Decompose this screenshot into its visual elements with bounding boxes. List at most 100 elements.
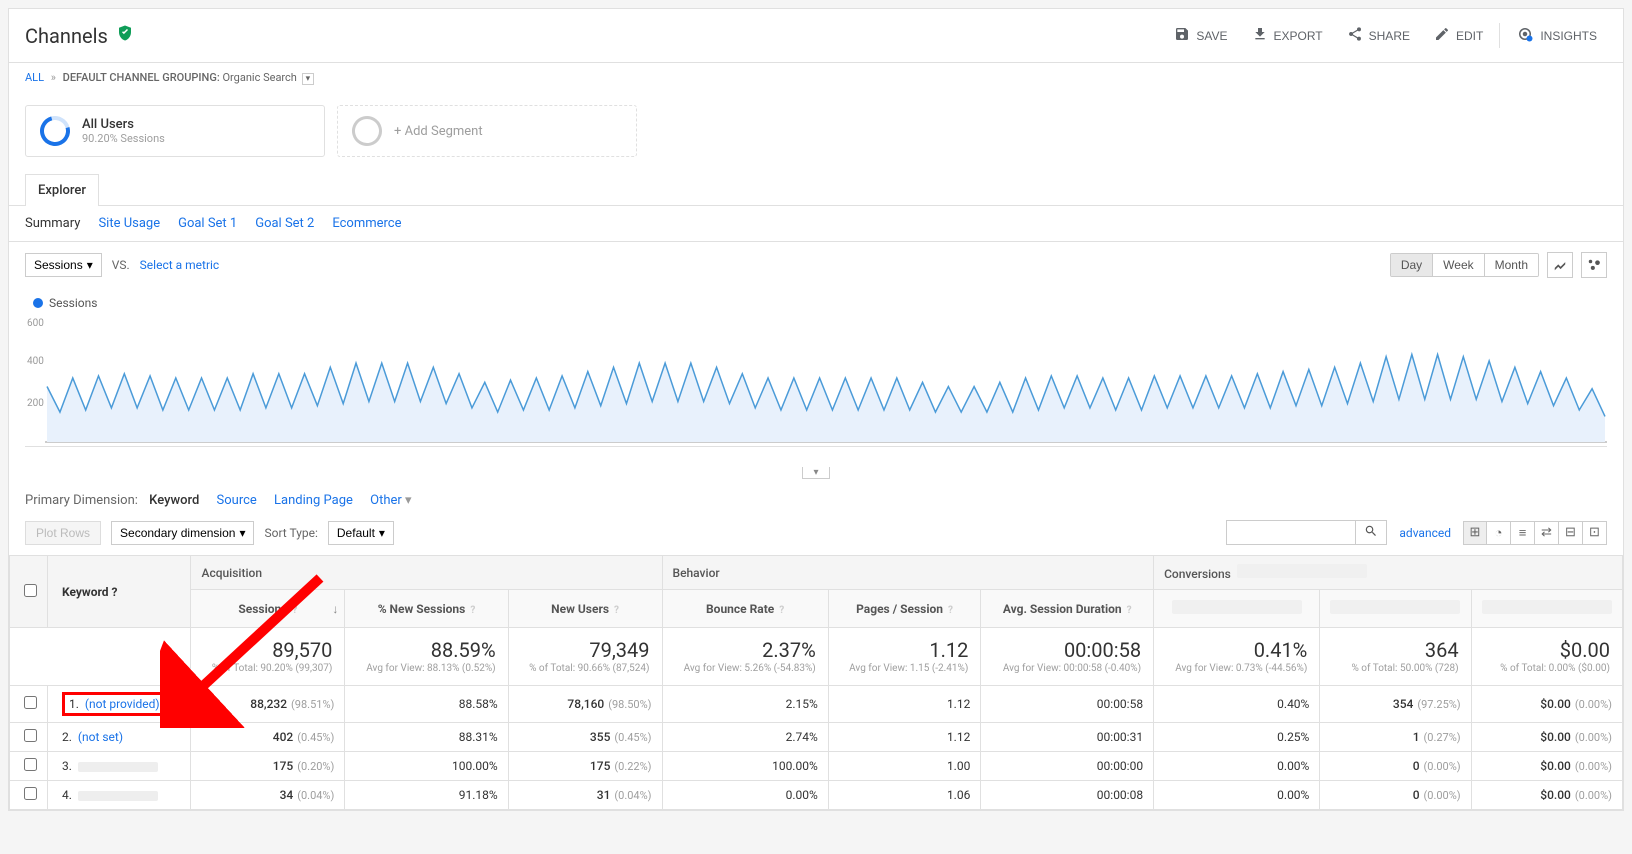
sort-type-value: Default [337, 526, 375, 540]
keyword-table: Keyword ? Acquisition Behavior Conversio… [9, 555, 1623, 810]
svg-text:600: 600 [27, 318, 44, 329]
save-icon [1174, 26, 1190, 45]
sort-type-dropdown[interactable]: Default ▾ [328, 521, 394, 545]
row-checkbox[interactable] [24, 696, 37, 709]
table-search-button[interactable] [1356, 520, 1387, 545]
dim-other[interactable]: Other ▾ [370, 493, 411, 508]
subtab-summary[interactable]: Summary [25, 216, 80, 231]
chevron-down-icon: ▾ [379, 526, 385, 540]
select-metric-link[interactable]: Select a metric [140, 258, 220, 272]
col-pct-new-sessions[interactable]: % New Sessions ? [345, 590, 508, 628]
insights-button[interactable]: INSIGHTS [1506, 19, 1607, 52]
select-all-checkbox[interactable] [24, 584, 37, 597]
dim-landing-page[interactable]: Landing Page [274, 493, 353, 508]
insights-label: INSIGHTS [1540, 29, 1597, 43]
row-checkbox[interactable] [24, 758, 37, 771]
secondary-dimension-dropdown[interactable]: Secondary dimension ▾ [111, 521, 254, 545]
tab-explorer[interactable]: Explorer [25, 174, 99, 206]
period-toggle: Day Week Month [1390, 253, 1539, 277]
vs-label: VS. [112, 258, 130, 272]
breadcrumb-grouping-value: Organic Search [222, 71, 296, 84]
col-conv-1[interactable] [1154, 590, 1320, 628]
chart-metric-dropdown[interactable]: Sessions ▾ [25, 253, 102, 277]
svg-text:200: 200 [27, 398, 44, 409]
line-chart-icon[interactable] [1547, 252, 1573, 278]
share-button[interactable]: SHARE [1337, 19, 1420, 52]
view-table-icon[interactable]: ⊞ [1463, 521, 1487, 545]
insights-icon [1516, 25, 1534, 46]
table-row: 3. 175(0.20%) 100.00% 175(0.22%) 100.00%… [10, 752, 1623, 781]
save-label: SAVE [1196, 29, 1227, 43]
segment-all-users[interactable]: All Users 90.20% Sessions [25, 105, 325, 157]
segment-ring-icon [35, 111, 76, 152]
table-row: 4. 34(0.04%) 91.18% 31(0.04%) 0.00% 1.06… [10, 781, 1623, 810]
subtab-goal-set-2[interactable]: Goal Set 2 [255, 216, 314, 231]
save-button[interactable]: SAVE [1164, 19, 1237, 52]
chevron-down-icon: ▾ [239, 526, 245, 540]
search-icon [1364, 526, 1378, 541]
view-term-cloud-icon[interactable]: ⊟ [1559, 521, 1583, 545]
row-checkbox[interactable] [24, 729, 37, 742]
col-pages-session[interactable]: Pages / Session ? [828, 590, 981, 628]
view-pie-icon[interactable]: ◔ [1487, 521, 1511, 545]
group-conversions: Conversions [1154, 556, 1623, 590]
col-new-users[interactable]: New Users ? [508, 590, 662, 628]
shield-verified-icon [116, 24, 134, 47]
col-conv-3[interactable] [1471, 590, 1622, 628]
share-icon [1347, 26, 1363, 45]
segment-name: All Users [82, 117, 165, 132]
table-row: 1. (not provided) 88,232(98.51%) 88.58% … [10, 686, 1623, 723]
advanced-filter-link[interactable]: advanced [1399, 526, 1451, 540]
breadcrumb-grouping-label: DEFAULT CHANNEL GROUPING: [63, 71, 220, 84]
add-segment[interactable]: + Add Segment [337, 105, 637, 157]
keyword-link[interactable]: (not set) [78, 730, 123, 744]
col-sessions[interactable]: Sessions ?↓ [191, 590, 345, 628]
view-bar-icon[interactable]: ≡ [1511, 521, 1535, 545]
add-segment-label: + Add Segment [394, 124, 483, 139]
view-pivot-icon[interactable]: ⊡ [1583, 521, 1607, 545]
dim-source[interactable]: Source [217, 493, 257, 508]
edit-button[interactable]: EDIT [1424, 19, 1493, 52]
chart-collapse-handle[interactable]: ▾ [802, 467, 829, 479]
subtab-site-usage[interactable]: Site Usage [98, 216, 160, 231]
add-segment-ring-icon [347, 111, 388, 152]
chart-metric-label: Sessions [34, 258, 83, 272]
export-button[interactable]: EXPORT [1242, 19, 1333, 52]
group-behavior: Behavior [662, 556, 1154, 590]
primary-dimension-label: Primary Dimension: [25, 493, 138, 508]
period-month[interactable]: Month [1485, 254, 1538, 276]
row-checkbox[interactable] [24, 787, 37, 800]
sessions-line-chart: 600 400 200 [25, 314, 1607, 444]
svg-text:400: 400 [27, 356, 44, 367]
breadcrumb-all[interactable]: ALL [25, 71, 44, 84]
secondary-dimension-label: Secondary dimension [120, 526, 235, 540]
col-avg-duration[interactable]: Avg. Session Duration ? [981, 590, 1154, 628]
group-acquisition: Acquisition [191, 556, 662, 590]
table-row: 2. (not set) 402(0.45%) 88.31% 355(0.45%… [10, 723, 1623, 752]
table-search-input[interactable] [1226, 520, 1356, 545]
breadcrumb-dropdown-icon[interactable]: ▾ [302, 73, 315, 85]
breadcrumb: ALL » DEFAULT CHANNEL GROUPING: Organic … [9, 63, 1623, 93]
chevron-down-icon: ▾ [87, 258, 93, 272]
subtab-ecommerce[interactable]: Ecommerce [332, 216, 401, 231]
sort-type-label: Sort Type: [264, 526, 317, 540]
export-label: EXPORT [1274, 29, 1323, 43]
plot-rows-button: Plot Rows [25, 521, 101, 545]
edit-label: EDIT [1456, 29, 1483, 43]
share-label: SHARE [1369, 29, 1410, 43]
export-icon [1252, 26, 1268, 45]
period-day[interactable]: Day [1391, 254, 1433, 276]
col-keyword[interactable]: Keyword [62, 585, 109, 599]
col-bounce-rate[interactable]: Bounce Rate ? [662, 590, 828, 628]
keyword-link[interactable]: (not provided) [85, 697, 160, 711]
motion-chart-icon[interactable] [1581, 252, 1607, 278]
page-title: Channels [25, 24, 108, 48]
subtab-goal-set-1[interactable]: Goal Set 1 [178, 216, 237, 231]
dim-keyword[interactable]: Keyword [149, 493, 199, 508]
legend-dot-icon [33, 298, 43, 308]
chart-legend-label: Sessions [49, 296, 97, 310]
period-week[interactable]: Week [1433, 254, 1484, 276]
view-comparison-icon[interactable]: ⇄ [1535, 521, 1559, 545]
edit-icon [1434, 26, 1450, 45]
col-conv-2[interactable] [1320, 590, 1471, 628]
